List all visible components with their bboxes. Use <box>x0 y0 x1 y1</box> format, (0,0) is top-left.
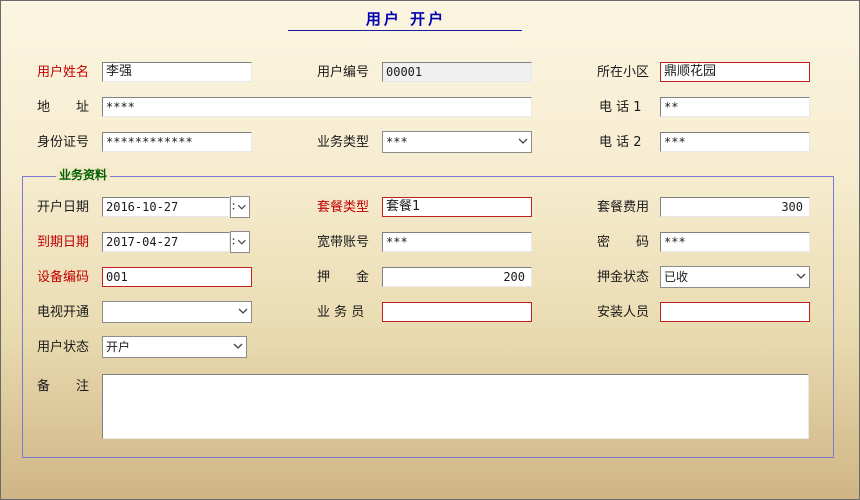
broadband-account-input[interactable]: *** <box>382 232 532 252</box>
tv-enabled-label: 电视开通 <box>37 305 90 320</box>
deposit-input[interactable]: 200 <box>382 267 532 287</box>
open-date-label: 开户日期 <box>37 200 90 215</box>
title-underline <box>288 30 522 31</box>
id-card-input[interactable]: ************ <box>102 132 252 152</box>
service-type-label: 业务类型 <box>317 135 370 150</box>
user-status-label: 用户状态 <box>37 340 90 355</box>
date-picker-icon <box>232 238 246 245</box>
id-card-label: 身份证号 <box>37 135 90 150</box>
device-code-label: 设备编码 <box>37 270 90 285</box>
user-name-label: 用户姓名 <box>37 65 90 80</box>
phone2-label: 电 话 2 <box>599 135 642 150</box>
deposit-status-select[interactable]: 已收 <box>660 266 810 288</box>
salesman-label: 业 务 员 <box>317 305 365 320</box>
phone1-label: 电 话 1 <box>599 100 642 115</box>
expire-date-label: 到期日期 <box>37 235 90 250</box>
page-title: 用户 开户 <box>365 10 447 28</box>
remark-textarea[interactable] <box>102 374 809 439</box>
package-type-input[interactable]: 套餐1 <box>382 197 532 217</box>
expire-date-input[interactable]: 2017-04-27 <box>102 232 230 252</box>
password-input[interactable]: *** <box>660 232 810 252</box>
user-status-select[interactable]: 开户 <box>102 336 247 358</box>
user-id-input[interactable]: 00001 <box>382 62 532 82</box>
remark-label: 备 注 <box>37 379 90 394</box>
deposit-label: 押 金 <box>317 270 370 285</box>
service-type-value: *** <box>386 135 408 149</box>
broadband-account-label: 宽带账号 <box>317 235 370 250</box>
user-status-value: 开户 <box>106 340 131 354</box>
chevron-down-icon <box>518 138 528 144</box>
address-label: 地 址 <box>37 100 90 115</box>
tv-enabled-select[interactable] <box>102 301 252 323</box>
community-label: 所在小区 <box>597 65 650 80</box>
chevron-down-icon <box>796 273 806 279</box>
deposit-status-label: 押金状态 <box>597 270 650 285</box>
phone1-input[interactable]: ** <box>660 97 810 117</box>
phone2-input[interactable]: *** <box>660 132 810 152</box>
address-input[interactable]: **** <box>102 97 532 117</box>
chevron-down-icon <box>238 308 248 314</box>
service-type-select[interactable]: *** <box>382 131 532 153</box>
business-info-title: 业务资料 <box>56 167 111 183</box>
community-input[interactable]: 鼎顺花园 <box>660 62 810 82</box>
salesman-input[interactable] <box>382 302 532 322</box>
open-date-picker-button[interactable] <box>230 196 250 218</box>
deposit-status-value: 已收 <box>664 270 689 284</box>
date-picker-icon <box>232 203 246 210</box>
package-fee-input[interactable]: 300 <box>660 197 810 217</box>
user-name-input[interactable]: 李强 <box>102 62 252 82</box>
installer-label: 安装人员 <box>597 305 650 320</box>
package-type-label: 套餐类型 <box>317 200 370 215</box>
installer-input[interactable] <box>660 302 810 322</box>
user-id-label: 用户编号 <box>317 65 370 80</box>
chevron-down-icon <box>233 343 243 349</box>
device-code-input[interactable]: 001 <box>102 267 252 287</box>
package-fee-label: 套餐费用 <box>597 200 650 215</box>
open-date-input[interactable]: 2016-10-27 <box>102 197 230 217</box>
expire-date-picker-button[interactable] <box>230 231 250 253</box>
password-label: 密 码 <box>597 235 650 250</box>
